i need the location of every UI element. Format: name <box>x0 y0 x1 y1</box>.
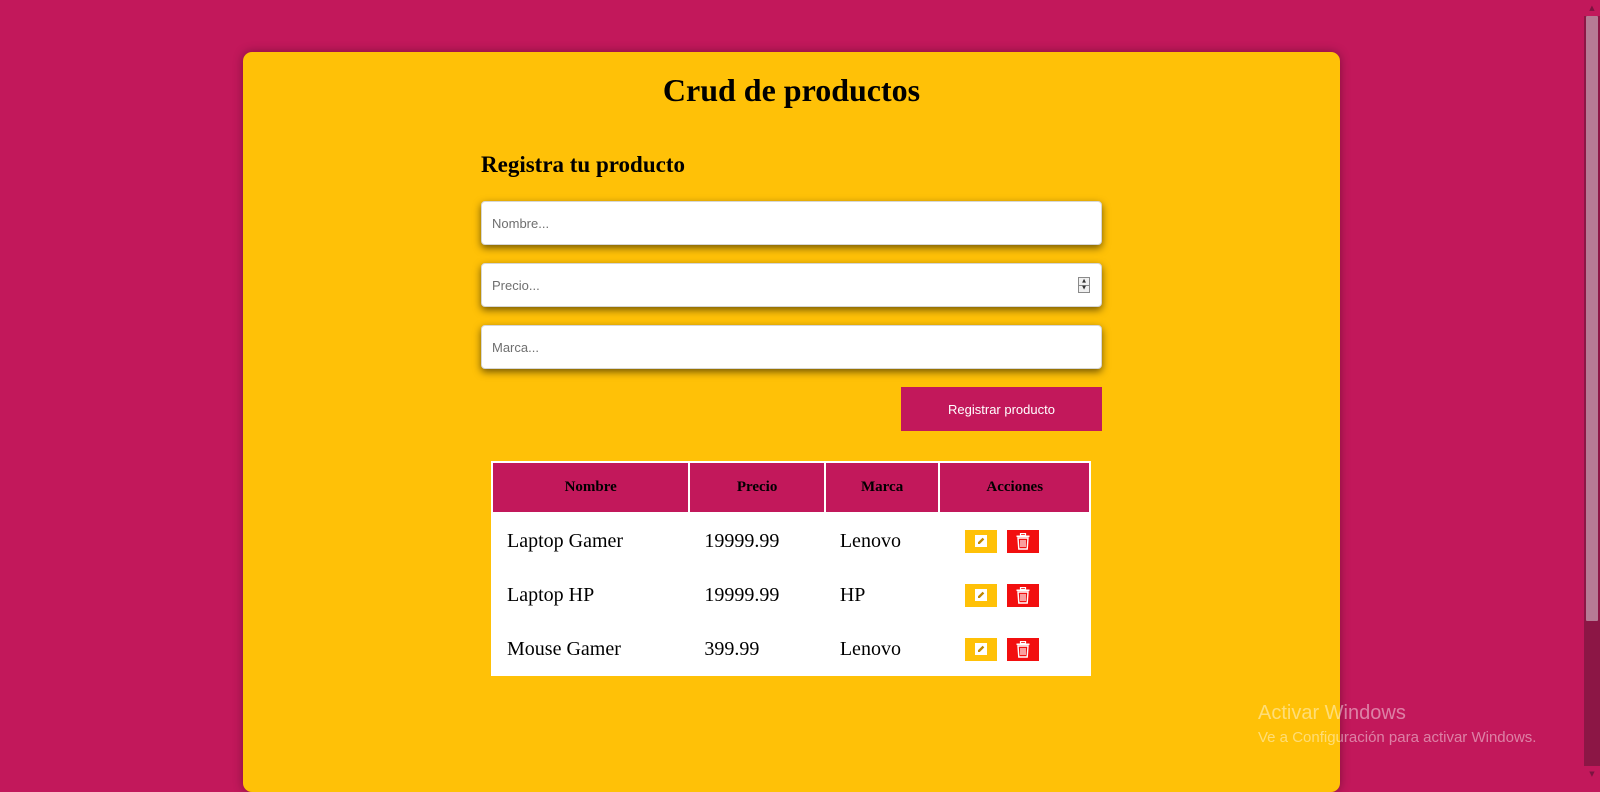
delete-button[interactable] <box>1007 529 1040 553</box>
cell-precio: 399.99 <box>704 637 760 660</box>
register-product-button[interactable]: Registrar producto <box>901 387 1102 431</box>
crud-card: Crud de productos Registra tu producto ▲… <box>243 52 1340 792</box>
cell-marca: Lenovo <box>839 529 901 552</box>
trash-icon <box>1016 640 1030 658</box>
edit-button[interactable] <box>965 637 998 661</box>
precio-spinner[interactable]: ▲ ▼ <box>1078 277 1090 293</box>
column-header-marca: Marca <box>823 461 941 514</box>
trash-icon <box>1016 586 1030 604</box>
nombre-input[interactable] <box>481 201 1102 245</box>
column-header-acciones: Acciones <box>938 461 1091 514</box>
marca-input[interactable] <box>481 325 1102 369</box>
cell-acciones <box>939 622 1090 676</box>
spin-down-icon[interactable]: ▼ <box>1079 286 1089 293</box>
cell-nombre: Laptop Gamer <box>507 529 624 552</box>
scroll-down-arrow-icon[interactable]: ▼ <box>1584 766 1600 782</box>
scrollbar-thumb[interactable] <box>1586 16 1598 621</box>
cell-nombre: Mouse Gamer <box>507 637 621 660</box>
column-header-precio: Precio <box>688 461 826 514</box>
cell-nombre: Laptop HP <box>507 583 595 606</box>
delete-button[interactable] <box>1007 637 1040 661</box>
cell-marca: HP <box>839 583 866 606</box>
scroll-up-arrow-icon[interactable]: ▲ <box>1584 0 1600 16</box>
cell-precio: 19999.99 <box>704 529 780 552</box>
form-heading: Registra tu producto <box>481 152 686 177</box>
page-title: Crud de productos <box>662 72 921 108</box>
trash-icon <box>1016 532 1030 550</box>
table-row: Laptop Gamer 19999.99 Lenovo <box>492 513 1090 568</box>
pencil-icon <box>975 535 988 547</box>
edit-button[interactable] <box>965 583 998 607</box>
table-row: Laptop HP 19999.99 HP <box>492 568 1090 622</box>
delete-button[interactable] <box>1007 583 1040 607</box>
pencil-icon <box>975 589 988 601</box>
edit-button[interactable] <box>965 529 998 553</box>
products-table: Nombre Precio Marca Acciones Laptop Game… <box>490 461 1091 676</box>
cell-precio: 19999.99 <box>704 583 780 606</box>
cell-marca: Lenovo <box>839 637 901 660</box>
table-row: Mouse Gamer 399.99 Lenovo <box>492 622 1090 676</box>
vertical-scrollbar[interactable]: ▲ ▼ <box>1584 0 1600 782</box>
cell-acciones <box>939 513 1090 568</box>
table-header-row: Nombre Precio Marca Acciones <box>490 461 1091 514</box>
pencil-icon <box>975 643 988 655</box>
precio-input[interactable] <box>481 263 1102 307</box>
cell-acciones <box>939 568 1090 622</box>
column-header-nombre: Nombre <box>490 461 691 514</box>
